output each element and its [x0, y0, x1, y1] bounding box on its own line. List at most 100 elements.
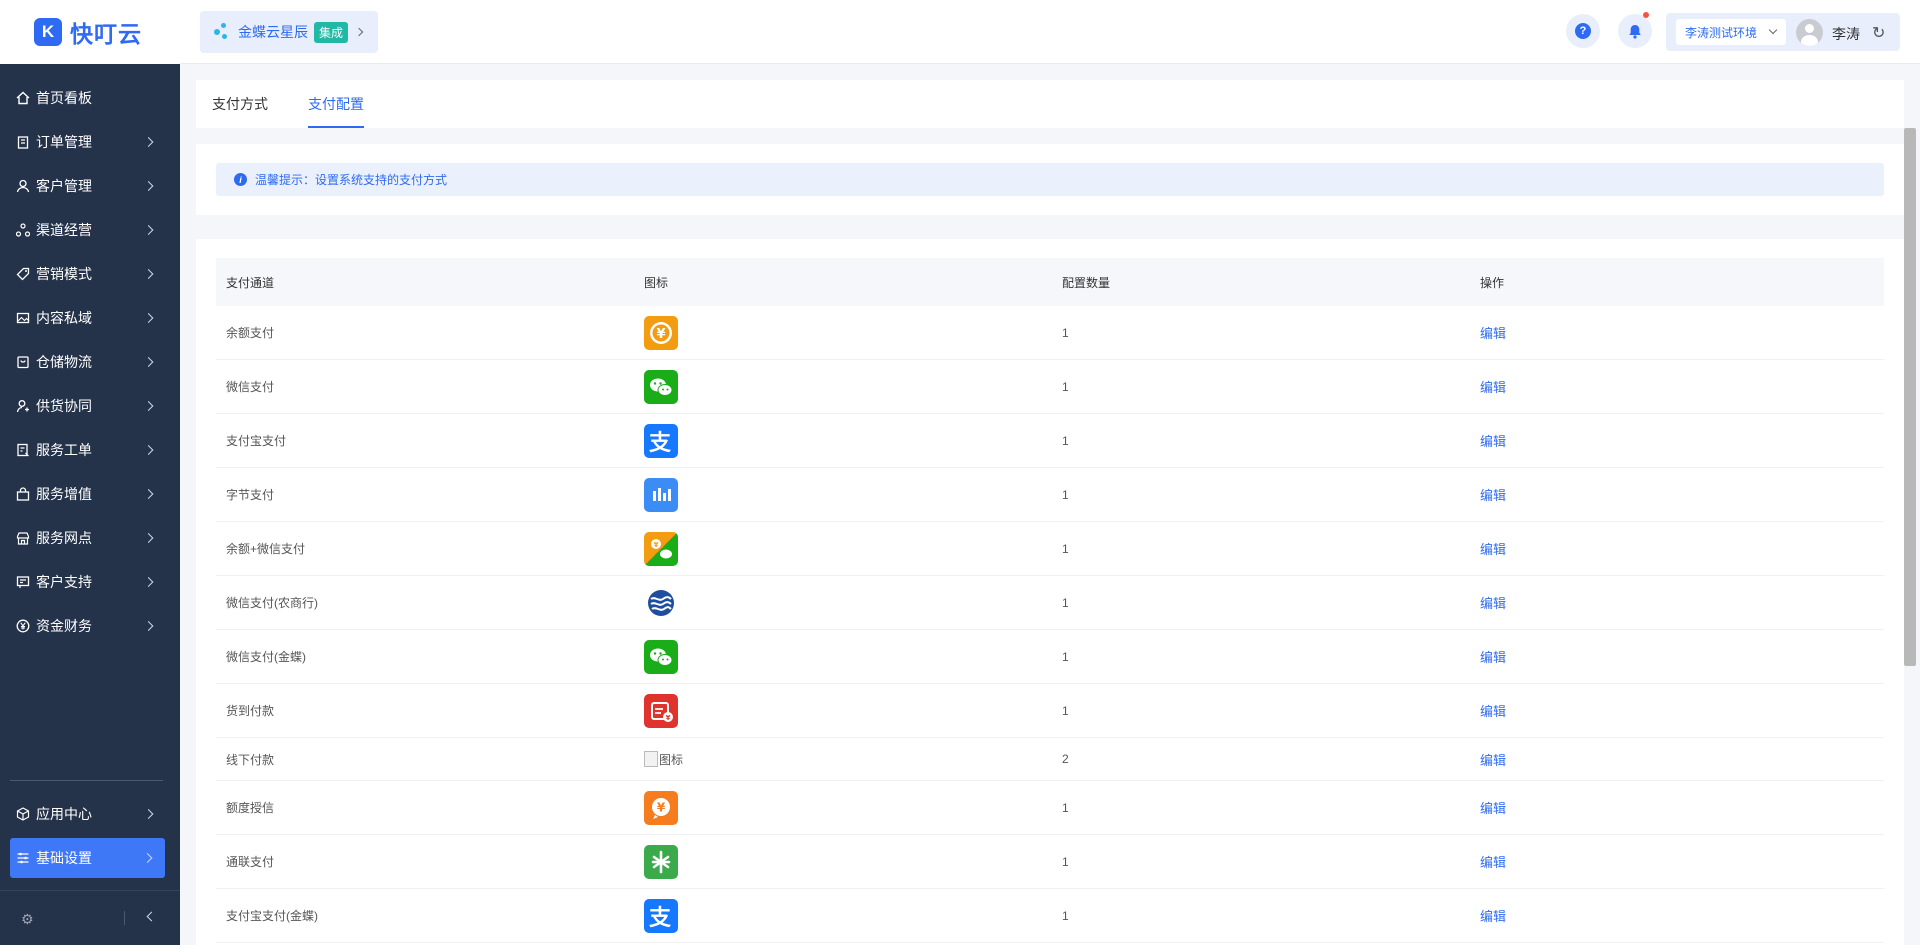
edit-link[interactable]: 编辑: [1480, 650, 1506, 665]
sidebar-item-app-center[interactable]: 应用中心: [0, 792, 180, 836]
edit-link[interactable]: 编辑: [1480, 909, 1506, 924]
channel-icon-cell: 支: [634, 898, 1052, 933]
action-cell: 编辑: [1470, 906, 1884, 925]
sidebar-item-3[interactable]: 渠道经营: [0, 208, 180, 252]
channel-icon-cell: [634, 844, 1052, 879]
sidebar-item-label: 资金财务: [36, 618, 92, 634]
alipay-icon: 支: [644, 423, 678, 458]
sidebar-item-label: 客户支持: [36, 574, 92, 590]
chevron-right-icon: [143, 269, 154, 279]
channel-name: 货到付款: [226, 704, 275, 718]
tab-payment-methods[interactable]: 支付方式: [212, 94, 268, 128]
sidebar-item-0[interactable]: 首页看板: [0, 76, 180, 120]
edit-link[interactable]: 编辑: [1480, 801, 1506, 816]
sidebar-item-basic-settings[interactable]: 基础设置: [10, 838, 165, 878]
environment-select[interactable]: 李涛测试环境: [1676, 19, 1786, 45]
rural-bank-icon: [644, 585, 678, 620]
notification-button[interactable]: [1618, 12, 1652, 48]
table-row: 字节支付 1 编辑: [216, 468, 1884, 522]
chevron-right-icon: [143, 401, 154, 411]
sidebar-item-11[interactable]: 客户支持: [0, 560, 180, 604]
support-icon: [16, 575, 30, 589]
help-icon: ?: [1575, 23, 1591, 39]
channel-icon-cell: 图标: [634, 751, 1052, 768]
help-button[interactable]: ?: [1566, 14, 1600, 48]
action-cell: 编辑: [1470, 701, 1884, 720]
refresh-icon[interactable]: ↻: [1872, 23, 1885, 43]
edit-link[interactable]: 编辑: [1480, 753, 1506, 768]
logo-text: 快叮云: [70, 21, 142, 47]
integration-badge: 集成: [314, 21, 349, 43]
table-row: 线下付款 图标 2 编辑: [216, 738, 1884, 781]
channel-name: 支付宝支付: [226, 434, 287, 448]
tag-icon: [16, 267, 30, 281]
table-header: 支付通道 图标 配置数量 操作: [216, 258, 1884, 306]
sidebar-item-1[interactable]: 订单管理: [0, 120, 180, 164]
config-count: 1: [1062, 703, 1069, 718]
channel-icon-cell: 支: [634, 423, 1052, 458]
edit-link[interactable]: 编辑: [1480, 542, 1506, 557]
bytedance-pay-icon: [644, 477, 678, 512]
chevron-right-icon: [143, 621, 154, 631]
scrollbar[interactable]: [1904, 128, 1916, 666]
action-cell: 编辑: [1470, 593, 1884, 612]
channel-name: 微信支付: [226, 380, 275, 394]
edit-link[interactable]: 编辑: [1480, 855, 1506, 870]
sidebar-item-9[interactable]: 服务增值: [0, 472, 180, 516]
channel-icon-cell: [634, 477, 1052, 512]
sidebar-item-label: 应用中心: [36, 806, 92, 822]
chevron-right-icon: [143, 577, 154, 587]
action-cell: 编辑: [1470, 377, 1884, 396]
integration-chip[interactable]: 金蝶云星辰 集成: [200, 11, 378, 53]
notification-dot: [1643, 12, 1649, 18]
action-cell: 编辑: [1470, 323, 1884, 342]
sidebar-item-label: 仓储物流: [36, 354, 92, 370]
channel-icon-cell: ¥: [634, 693, 1052, 728]
tab-payment-config[interactable]: 支付配置: [308, 94, 364, 128]
channel-name: 支付宝支付(金蝶): [226, 909, 318, 923]
share-icon: [16, 223, 30, 237]
edit-link[interactable]: 编辑: [1480, 434, 1506, 449]
balance-wechat-icon: ¥: [644, 531, 678, 566]
sidebar-item-label: 基础设置: [36, 850, 92, 866]
table-row: 额度授信 ¥1 编辑: [216, 781, 1884, 835]
action-cell: 编辑: [1470, 647, 1884, 666]
sidebar-item-7[interactable]: 供货协同: [0, 384, 180, 428]
edit-link[interactable]: 编辑: [1480, 380, 1506, 395]
chevron-right-icon: [142, 853, 153, 863]
config-count: 1: [1062, 541, 1069, 556]
sidebar-item-label: 首页看板: [36, 90, 92, 106]
sidebar-item-10[interactable]: 服务网点: [0, 516, 180, 560]
collapse-sidebar-icon[interactable]: [146, 911, 157, 922]
config-count: 1: [1062, 649, 1069, 664]
chevron-right-icon: [143, 489, 154, 499]
clipboard-icon: [16, 135, 30, 149]
sliders-icon: [16, 851, 30, 865]
sidebar-item-label: 客户管理: [36, 178, 92, 194]
svg-text:¥: ¥: [654, 541, 659, 549]
edit-link[interactable]: 编辑: [1480, 596, 1506, 611]
avatar[interactable]: [1796, 19, 1823, 46]
edit-link[interactable]: 编辑: [1480, 704, 1506, 719]
sidebar-item-12[interactable]: 资金财务: [0, 604, 180, 648]
chevron-right-icon: [143, 313, 154, 323]
user-icon: [16, 179, 30, 193]
config-count: 1: [1062, 800, 1069, 815]
edit-link[interactable]: 编辑: [1480, 488, 1506, 503]
sidebar-item-2[interactable]: 客户管理: [0, 164, 180, 208]
action-cell: 编辑: [1470, 539, 1884, 558]
sidebar-bottom-nav: 应用中心 基础设置: [0, 792, 180, 878]
sidebar-item-5[interactable]: 内容私域: [0, 296, 180, 340]
channel-name: 余额+微信支付: [226, 542, 306, 556]
store-icon: [16, 531, 30, 545]
sidebar-item-8[interactable]: 服务工单: [0, 428, 180, 472]
home-icon: [16, 91, 30, 105]
user-name[interactable]: 李涛: [1832, 24, 1860, 44]
settings-icon[interactable]: ⚙: [21, 911, 34, 928]
logo[interactable]: K 快叮云: [0, 0, 180, 64]
sidebar-item-6[interactable]: 仓储物流: [0, 340, 180, 384]
sidebar-item-4[interactable]: 营销模式: [0, 252, 180, 296]
payment-table-card: 支付通道 图标 配置数量 操作 余额支付 ¥1 编辑 微信支付 1 编辑 支付宝支付支 1 编辑…: [196, 239, 1904, 945]
edit-link[interactable]: 编辑: [1480, 326, 1506, 341]
sidebar-item-label: 服务增值: [36, 486, 92, 502]
